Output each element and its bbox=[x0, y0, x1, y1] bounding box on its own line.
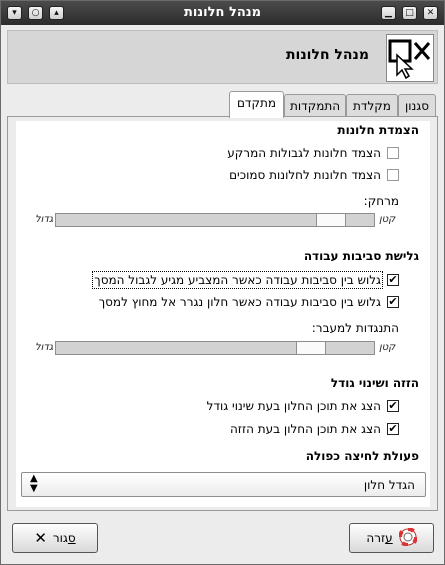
show-content-resize-label[interactable]: הצג את תוכן החלון בעת שינוי גודל bbox=[207, 399, 381, 413]
minimize-button[interactable]: ▁ bbox=[381, 6, 396, 20]
show-content-resize-row[interactable]: ✔ הצג את תוכן החלון בעת שינוי גודל bbox=[207, 397, 399, 415]
wrap-dragged-window-row[interactable]: ✔ גלוש בין סביבות עבודה כאשר חלון נגרר א… bbox=[99, 293, 399, 311]
show-content-move-label[interactable]: הצג את תוכן החלון בעת הזזה bbox=[230, 422, 381, 436]
distance-max-label: גדול bbox=[35, 214, 53, 225]
help-icon bbox=[397, 526, 418, 549]
resistance-slider-handle[interactable] bbox=[296, 342, 326, 354]
title-bar[interactable]: ▾ ○ ▴ מנהל חלונות ▁ □ ✕ bbox=[1, 1, 444, 25]
close-button-label: סגור bbox=[52, 531, 76, 545]
close-window-button[interactable]: ✕ bbox=[423, 6, 438, 20]
resistance-label: התנגדות למעבר: bbox=[311, 321, 399, 335]
distance-slider-handle[interactable] bbox=[316, 214, 346, 226]
resistance-slider[interactable] bbox=[55, 341, 375, 355]
window-manager-icon bbox=[386, 34, 434, 82]
tab-bar: סגנון מקלדת התמקדות מתקדם bbox=[1, 91, 444, 118]
double-click-selected-value: הגדל חלון bbox=[363, 478, 415, 492]
help-button-label: עזרה bbox=[366, 531, 393, 545]
wrap-pointer-label[interactable]: גלוש בין סביבות עבודה כאשר המצביע מגיע ל… bbox=[92, 271, 383, 289]
close-button[interactable]: סגור ✕ bbox=[12, 523, 98, 553]
close-icon: ✕ bbox=[34, 529, 47, 547]
snap-other-windows-checkbox[interactable] bbox=[387, 169, 399, 181]
tab-focus[interactable]: התמקדות bbox=[284, 94, 346, 117]
snap-screen-border-checkbox[interactable] bbox=[387, 147, 399, 159]
show-content-move-row[interactable]: ✔ הצג את תוכן החלון בעת הזזה bbox=[230, 420, 399, 438]
snap-screen-border-label[interactable]: הצמד חלונות לגבולות המרקע bbox=[227, 146, 381, 160]
dialog-header: מנהל חלונות bbox=[7, 30, 438, 84]
wrap-pointer-checkbox[interactable]: ✔ bbox=[387, 274, 399, 286]
distance-min-label: קטן bbox=[379, 214, 396, 225]
snap-other-windows-row[interactable]: הצמד חלונות לחלונות סמוכים bbox=[229, 166, 399, 184]
resistance-min-label: קטן bbox=[379, 342, 396, 353]
double-click-section-title: פעולת לחיצה כפולה bbox=[305, 449, 419, 463]
wrap-dragged-window-label[interactable]: גלוש בין סביבות עבודה כאשר חלון נגרר אל … bbox=[99, 295, 381, 309]
maximize-button[interactable]: □ bbox=[402, 6, 417, 20]
header-title: מנהל חלונות bbox=[285, 47, 369, 63]
show-content-resize-checkbox[interactable]: ✔ bbox=[387, 400, 399, 412]
window: ▾ ○ ▴ מנהל חלונות ▁ □ ✕ מנהל חלונות סגנו… bbox=[0, 0, 445, 565]
tab-keyboard[interactable]: מקלדת bbox=[346, 94, 398, 117]
wrap-dragged-window-checkbox[interactable]: ✔ bbox=[387, 296, 399, 308]
tab-style[interactable]: סגנון bbox=[398, 94, 436, 117]
snapping-section-title: הצמדת חלונות bbox=[337, 123, 419, 137]
combo-arrows-icon: ▲ ▼ bbox=[30, 473, 38, 494]
workspace-wrap-section-title: גלישת סביבות עבודה bbox=[303, 249, 419, 263]
help-button[interactable]: עזרה bbox=[349, 523, 434, 553]
tab-advanced[interactable]: מתקדם bbox=[229, 91, 284, 118]
show-content-move-checkbox[interactable]: ✔ bbox=[387, 423, 399, 435]
window-title: מנהל חלונות bbox=[183, 5, 262, 20]
distance-slider[interactable] bbox=[55, 213, 375, 227]
wrap-pointer-row[interactable]: ✔ גלוש בין סביבות עבודה כאשר המצביע מגיע… bbox=[92, 271, 399, 289]
move-resize-section-title: הזזה ושינוי גודל bbox=[330, 376, 419, 390]
snap-screen-border-row[interactable]: הצמד חלונות לגבולות המרקע bbox=[227, 144, 399, 162]
resistance-max-label: גדול bbox=[35, 342, 53, 353]
snap-other-windows-label[interactable]: הצמד חלונות לחלונות סמוכים bbox=[229, 168, 381, 182]
distance-label: מרחק: bbox=[363, 194, 399, 208]
double-click-action-select[interactable]: הגדל חלון ▲ ▼ bbox=[21, 472, 426, 497]
